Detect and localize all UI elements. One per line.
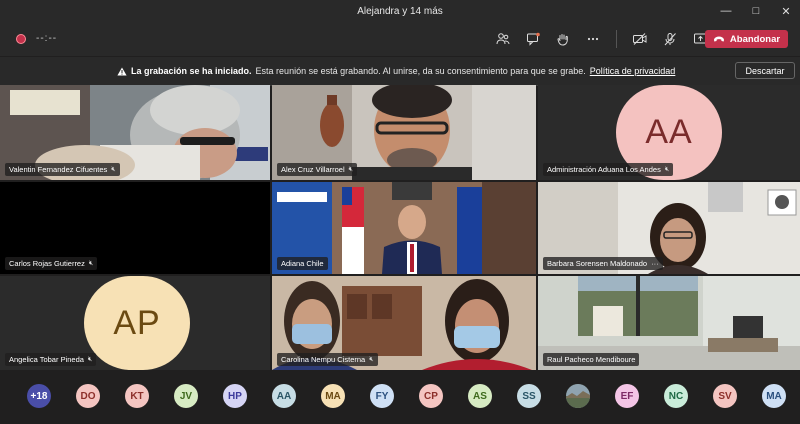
video-tile[interactable]: AA Administración Aduana Los Andes 🔇︎ bbox=[538, 85, 800, 180]
participant-avatar[interactable]: HP bbox=[223, 384, 247, 408]
meeting-timer: --:-- bbox=[36, 33, 58, 44]
participant-name-tag: Alex Cruz Villarroel 🔇︎ bbox=[277, 163, 358, 176]
video-grid: Valentin Fernandez Cifuentes 🔇︎ Alex Cru… bbox=[0, 85, 800, 370]
participants-icon[interactable] bbox=[488, 22, 518, 56]
window-title-bar: Alejandra y 14 más — □ ✕ bbox=[0, 0, 800, 22]
participant-avatar: AP bbox=[84, 276, 190, 370]
maximize-icon[interactable]: □ bbox=[750, 5, 762, 17]
video-tile[interactable]: Alex Cruz Villarroel 🔇︎ bbox=[272, 85, 536, 180]
video-tile[interactable]: Valentin Fernandez Cifuentes 🔇︎ bbox=[0, 85, 270, 180]
window-title: Alejandra y 14 más bbox=[357, 5, 443, 17]
mic-off-icon: 🔇︎ bbox=[664, 165, 670, 173]
toolbar-divider bbox=[616, 30, 617, 48]
participant-avatar[interactable]: EF bbox=[615, 384, 639, 408]
warning-icon bbox=[117, 67, 127, 75]
more-options-icon[interactable]: ··· bbox=[651, 259, 659, 268]
more-participants-badge[interactable]: +18 bbox=[27, 384, 51, 408]
raise-hand-icon[interactable] bbox=[548, 22, 578, 56]
participant-avatar[interactable]: CP bbox=[419, 384, 443, 408]
participant-name-tag: Carolina Nempu Cisterna 🔇︎ bbox=[277, 353, 378, 366]
participant-name: Adiana Chile bbox=[281, 259, 324, 268]
participant-avatar[interactable]: KT bbox=[125, 384, 149, 408]
privacy-policy-link[interactable]: Política de privacidad bbox=[590, 66, 676, 76]
banner-title: La grabación se ha iniciado. bbox=[131, 66, 252, 76]
participant-name: Carolina Nempu Cisterna bbox=[281, 355, 366, 364]
participant-avatar[interactable]: JV bbox=[174, 384, 198, 408]
participant-name-tag: Raul Pacheco Mendiboure bbox=[543, 353, 640, 366]
participant-photo-avatar[interactable] bbox=[566, 384, 590, 408]
mic-off-icon: 🔇︎ bbox=[348, 165, 354, 173]
participant-name: Raul Pacheco Mendiboure bbox=[547, 355, 636, 364]
participant-avatar[interactable]: AS bbox=[468, 384, 492, 408]
participant-name-tag: Adiana Chile bbox=[277, 257, 328, 270]
mic-off-icon: 🔇︎ bbox=[88, 259, 94, 267]
participant-name-tag: Barbara Sorensen Maldonado ··· bbox=[543, 257, 663, 270]
participant-name: Administración Aduana Los Andes bbox=[547, 165, 661, 174]
meeting-toolbar: --:-- Abandonar bbox=[0, 22, 800, 56]
mic-off-icon: 🔇︎ bbox=[87, 355, 93, 363]
video-tile[interactable]: Carolina Nempu Cisterna 🔇︎ bbox=[272, 276, 536, 370]
participant-avatar[interactable]: DO bbox=[76, 384, 100, 408]
mic-off-icon: 🔇︎ bbox=[369, 355, 374, 363]
toolbar-actions bbox=[488, 22, 715, 56]
participant-avatar[interactable]: NC bbox=[664, 384, 688, 408]
participant-name-tag: Carlos Rojas Gutierrez 🔇︎ bbox=[5, 257, 98, 270]
participant-avatar[interactable]: AA bbox=[272, 384, 296, 408]
participant-avatar[interactable]: MA bbox=[762, 384, 786, 408]
leave-button[interactable]: Abandonar bbox=[705, 30, 788, 48]
more-options-icon[interactable] bbox=[578, 22, 608, 56]
participant-avatar[interactable]: SS bbox=[517, 384, 541, 408]
participant-name: Alex Cruz Villarroel bbox=[281, 165, 345, 174]
dismiss-button[interactable]: Descartar bbox=[735, 62, 795, 79]
participant-avatar[interactable]: MA bbox=[321, 384, 345, 408]
mic-off-icon[interactable] bbox=[655, 22, 685, 56]
participant-name-tag: Administración Aduana Los Andes 🔇︎ bbox=[543, 163, 674, 176]
video-tile[interactable]: AP Angelica Tobar Pineda 🔇︎ bbox=[0, 276, 270, 370]
recording-icon bbox=[16, 34, 26, 44]
close-icon[interactable]: ✕ bbox=[780, 5, 792, 18]
participant-name-tag: Valentin Fernandez Cifuentes 🔇︎ bbox=[5, 163, 120, 176]
participant-avatar[interactable]: FY bbox=[370, 384, 394, 408]
mic-off-icon: 🔇︎ bbox=[111, 165, 116, 173]
participant-name: Barbara Sorensen Maldonado bbox=[547, 259, 648, 268]
video-tile[interactable]: Barbara Sorensen Maldonado ··· bbox=[538, 182, 800, 274]
video-tile[interactable]: Carlos Rojas Gutierrez 🔇︎ bbox=[0, 182, 270, 274]
participant-strip: +18 DO KT JV HP AA MA FY CP AS SS EF NC SV MA bbox=[0, 372, 800, 424]
participant-avatar[interactable]: SV bbox=[713, 384, 737, 408]
leave-label: Abandonar bbox=[729, 33, 781, 45]
camera-off-icon[interactable] bbox=[625, 22, 655, 56]
participant-name: Angelica Tobar Pineda bbox=[9, 355, 84, 364]
banner-message: Esta reunión se está grabando. Al unirse… bbox=[255, 66, 586, 76]
participant-name: Valentin Fernandez Cifuentes bbox=[9, 165, 108, 174]
participant-name-tag: Angelica Tobar Pineda 🔇︎ bbox=[5, 353, 97, 366]
window-controls: — □ ✕ bbox=[720, 0, 792, 22]
recording-banner: La grabación se ha iniciado. Esta reunió… bbox=[0, 57, 800, 86]
video-tile[interactable]: Raul Pacheco Mendiboure bbox=[538, 276, 800, 370]
banner-content: La grabación se ha iniciado. Esta reunió… bbox=[117, 57, 675, 85]
chat-icon[interactable] bbox=[518, 22, 548, 56]
phone-hangup-icon bbox=[713, 36, 724, 42]
participant-name: Carlos Rojas Gutierrez bbox=[9, 259, 85, 268]
minimize-icon[interactable]: — bbox=[720, 5, 732, 17]
video-tile[interactable]: Adiana Chile bbox=[272, 182, 536, 274]
